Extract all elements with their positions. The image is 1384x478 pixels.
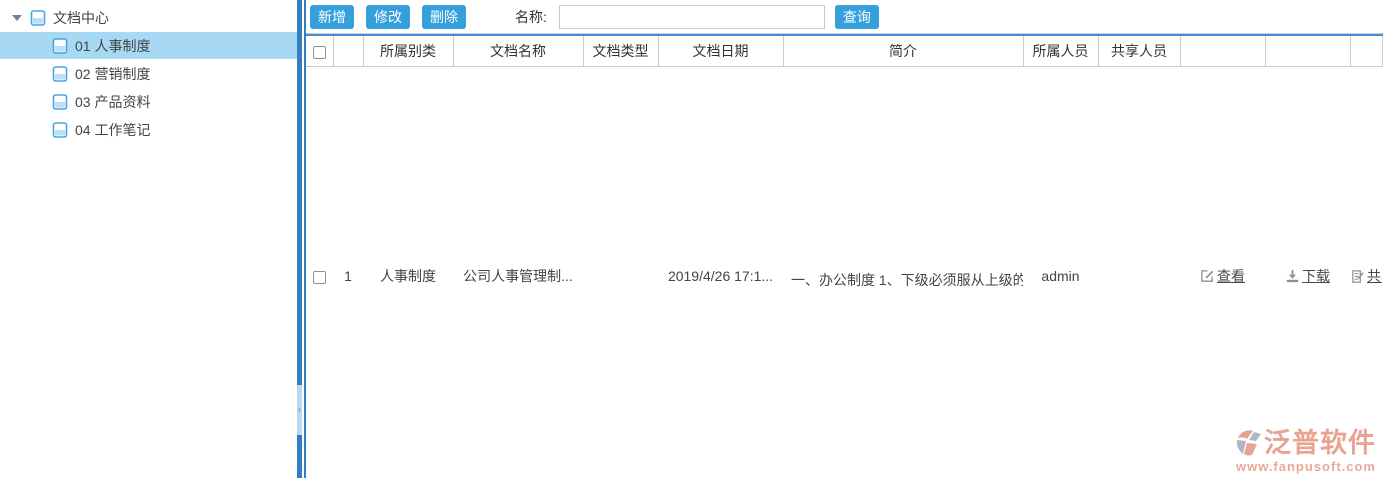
caret-down-icon[interactable] [12,15,22,21]
document-grid: 所属别类 文档名称 文档类型 文档日期 简介 所属人员 共享人员 [306,33,1384,478]
edit-square-icon [1200,269,1215,284]
content-panel: 新增 修改 删除 名称: 查询 所属别类 文档名称 [304,0,1384,478]
row-shared [1098,66,1180,478]
add-button[interactable]: 新增 [310,5,354,29]
watermark-url: www.fanpusoft.com [1232,459,1376,474]
sidebar-splitter[interactable]: ‹ [297,0,302,478]
header-action-2 [1265,35,1350,66]
document-icon [30,10,46,26]
edit-button[interactable]: 修改 [366,5,410,29]
name-filter-label: 名称: [515,7,547,27]
header-checkbox-cell [306,35,333,66]
tree-item-04-notes[interactable]: 04 工作笔记 [0,116,297,143]
header-owner: 所属人员 [1023,35,1098,66]
fanpu-logo-icon [1232,428,1264,458]
row-action-share-cell: 共享 [1350,66,1382,478]
header-index [333,35,363,66]
row-action-view-cell: 查看 [1180,66,1265,478]
view-link[interactable]: 查看 [1200,266,1245,286]
row-action-download-cell: 下载 [1265,66,1350,478]
table-row: 1 人事制度 公司人事管理制... 2019/4/26 17:1... 一、办公… [306,66,1382,478]
download-link[interactable]: 下载 [1285,266,1330,286]
grid-header-row: 所属别类 文档名称 文档类型 文档日期 简介 所属人员 共享人员 [306,35,1382,66]
tree-item-02-marketing[interactable]: 02 营销制度 [0,60,297,87]
row-doc-type [583,66,658,478]
share-document-icon [1350,269,1365,284]
header-shared: 共享人员 [1098,35,1180,66]
header-category: 所属别类 [363,35,453,66]
document-icon [52,122,68,138]
toolbar: 新增 修改 删除 名称: 查询 [306,0,1384,33]
tree-item-label: 03 产品资料 [75,92,150,112]
row-checkbox-cell [306,66,333,478]
row-intro: 一、办公制度 1、下级必须服从上级的工作安排。 2、及时复命制（凡是上级安排的工… [783,66,1023,478]
tree-item-01-personnel[interactable]: 01 人事制度 [0,32,297,59]
query-button[interactable]: 查询 [835,5,879,29]
watermark-brand: 泛普软件 [1264,429,1376,457]
header-action-3 [1350,35,1382,66]
row-category: 人事制度 [363,66,453,478]
splitter-collapse-handle[interactable]: ‹ [297,385,302,435]
header-action-1 [1180,35,1265,66]
delete-button[interactable]: 删除 [422,5,466,29]
tree-item-label: 04 工作笔记 [75,120,150,140]
share-link[interactable]: 共享 [1350,266,1382,286]
tree-root-document-center[interactable]: 文档中心 [0,4,297,31]
header-doc-type: 文档类型 [583,35,658,66]
document-icon [52,66,68,82]
collapse-arrow-icon: ‹ [298,406,301,414]
watermark: 泛普软件 www.fanpusoft.com [1232,428,1376,474]
header-doc-name: 文档名称 [453,35,583,66]
row-index: 1 [333,66,363,478]
document-center-app: 文档中心 01 人事制度 02 营销制度 03 产品资料 04 工作笔记 ‹ 新… [0,0,1384,478]
row-doc-date: 2019/4/26 17:1... [658,66,783,478]
tree-item-label: 01 人事制度 [75,36,150,56]
tree-item-label: 02 营销制度 [75,64,150,84]
tree-root-label: 文档中心 [53,8,109,28]
header-intro: 简介 [783,35,1023,66]
tree-item-03-product[interactable]: 03 产品资料 [0,88,297,115]
row-doc-name[interactable]: 公司人事管理制... [453,66,583,478]
download-icon [1285,269,1300,284]
document-icon [52,94,68,110]
header-doc-date: 文档日期 [658,35,783,66]
share-link-label: 共享 [1367,266,1382,286]
download-link-label: 下载 [1302,266,1330,286]
select-all-checkbox[interactable] [313,46,326,59]
view-link-label: 查看 [1217,266,1245,286]
category-tree-sidebar: 文档中心 01 人事制度 02 营销制度 03 产品资料 04 工作笔记 [0,0,297,478]
row-checkbox[interactable] [313,271,326,284]
name-filter-input[interactable] [559,5,825,29]
document-icon [52,38,68,54]
row-owner: admin [1023,66,1098,478]
